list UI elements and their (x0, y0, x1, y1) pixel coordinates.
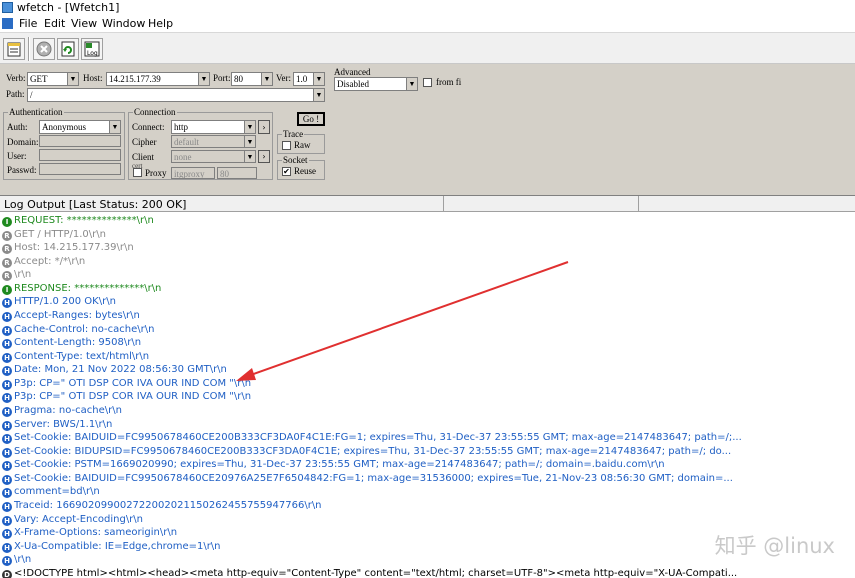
watermark: 知乎 @linux (714, 534, 835, 558)
annotation-overlay (236, 261, 569, 381)
annotation-arrow-line (247, 261, 569, 377)
annotation-arrow-head (236, 368, 256, 381)
